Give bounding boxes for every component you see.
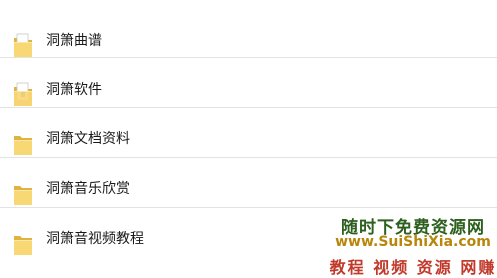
folder-item[interactable]: 洞箫文档资料 <box>0 108 497 158</box>
folder-item[interactable]: 洞箫曲谱 <box>0 8 497 58</box>
folder-name: 洞箫曲谱 <box>46 33 102 49</box>
folder-with-document-icon <box>14 33 32 57</box>
folder-icon <box>14 136 32 155</box>
watermark-tagline: 教程 视频 资源 网赚 <box>329 258 497 277</box>
folder-icon <box>14 236 32 255</box>
folder-name: 洞箫文档资料 <box>46 131 130 147</box>
folder-item[interactable]: 洞箫音乐欣赏 <box>0 158 497 208</box>
folder-name: 洞箫音视频教程 <box>46 231 144 247</box>
watermark-url: www.SuiShiXia.com <box>335 234 491 250</box>
site-watermark: 随时下免费资源网 www.SuiShiXia.com 教程 视频 资源 网赚 <box>329 210 497 278</box>
folder-item[interactable]: 洞箫软件 <box>0 58 497 108</box>
folder-icon <box>14 186 32 205</box>
cut-off-header <box>0 0 497 8</box>
folder-with-document-icon <box>14 82 32 106</box>
folder-name: 洞箫音乐欣赏 <box>46 181 130 197</box>
file-explorer-view: 洞箫曲谱 洞箫软件 洞箫文档资料 洞箫音乐欣赏 洞箫音视频教程 随时下免费资源网… <box>0 0 497 278</box>
folder-name: 洞箫软件 <box>46 82 102 98</box>
